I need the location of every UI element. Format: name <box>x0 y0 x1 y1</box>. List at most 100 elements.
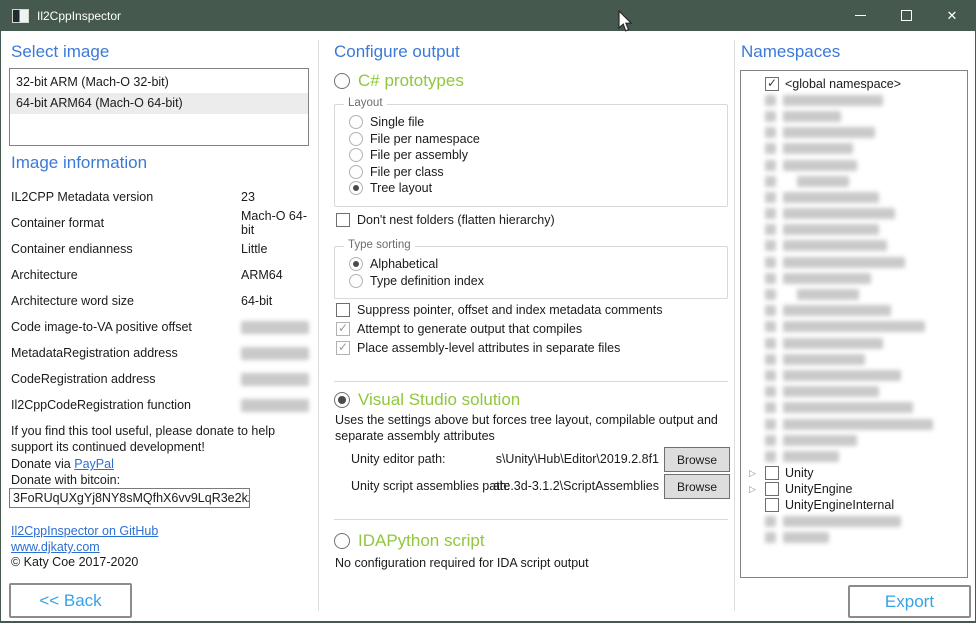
checkbox-option[interactable]: Attempt to generate output that compiles <box>336 320 663 338</box>
close-button[interactable]: ✕ <box>929 0 975 31</box>
radio-option[interactable]: Single file <box>349 114 719 131</box>
namespace-item[interactable]: <global namespace> <box>741 76 967 92</box>
namespace-item[interactable] <box>741 222 967 238</box>
csharp-prototypes-option[interactable]: C# prototypes <box>334 71 464 91</box>
browse-assemblies-button[interactable]: Browse <box>664 474 730 499</box>
namespace-item[interactable] <box>741 416 967 432</box>
redacted-checkbox <box>765 95 776 106</box>
minimize-button[interactable] <box>837 0 883 31</box>
radio-icon[interactable] <box>349 115 363 129</box>
namespace-item[interactable] <box>741 367 967 383</box>
image-info-header: Image information <box>11 153 147 173</box>
radio-icon[interactable] <box>349 257 363 271</box>
namespace-item[interactable] <box>741 448 967 464</box>
image-list[interactable]: 32-bit ARM (Mach-O 32-bit)64-bit ARM64 (… <box>9 68 309 146</box>
browse-editor-button[interactable]: Browse <box>664 447 730 472</box>
idapython-option[interactable]: IDAPython script <box>334 531 485 551</box>
nest-folders-option[interactable]: Don't nest folders (flatten hierarchy) <box>336 212 555 229</box>
image-list-item[interactable]: 32-bit ARM (Mach-O 32-bit) <box>10 72 308 93</box>
radio-option[interactable]: Tree layout <box>349 180 719 197</box>
radio-icon[interactable] <box>349 274 363 288</box>
redacted-label <box>783 224 879 235</box>
radio-icon[interactable] <box>334 73 350 89</box>
nest-folders-label: Don't nest folders (flatten hierarchy) <box>357 213 555 227</box>
github-link[interactable]: Il2CppInspector on GitHub <box>11 524 158 538</box>
namespace-item[interactable] <box>741 206 967 222</box>
namespace-item[interactable] <box>741 108 967 124</box>
radio-option[interactable]: File per namespace <box>349 131 719 148</box>
info-row: CodeRegistration address <box>11 366 311 392</box>
redacted-label <box>783 160 857 171</box>
radio-label: File per namespace <box>370 132 480 146</box>
checkbox-option[interactable]: Suppress pointer, offset and index metad… <box>336 301 663 319</box>
checkbox-icon[interactable] <box>336 303 350 317</box>
namespace-checkbox[interactable] <box>765 77 779 91</box>
namespace-item[interactable] <box>741 513 967 529</box>
namespace-item[interactable] <box>741 319 967 335</box>
radio-icon[interactable] <box>334 392 350 408</box>
redacted-label <box>783 208 895 219</box>
namespace-item[interactable] <box>741 351 967 367</box>
image-list-item[interactable]: 64-bit ARM64 (Mach-O 64-bit) <box>10 93 308 114</box>
namespace-item[interactable] <box>741 173 967 189</box>
namespace-item[interactable] <box>741 238 967 254</box>
info-value: Mach-O 64-bit <box>241 209 311 237</box>
radio-icon[interactable] <box>349 132 363 146</box>
checkbox-icon[interactable] <box>336 213 350 227</box>
radio-option[interactable]: Alphabetical <box>349 256 719 273</box>
unity-editor-path-value[interactable]: s\Unity\Hub\Editor\2019.2.8f1 <box>441 452 659 466</box>
namespace-item[interactable] <box>741 270 967 286</box>
export-button[interactable]: Export <box>848 585 971 618</box>
radio-icon[interactable] <box>349 181 363 195</box>
redacted-checkbox <box>765 419 776 430</box>
namespace-item[interactable]: ▷UnityEngine <box>741 481 967 497</box>
expander-icon[interactable]: ▷ <box>749 465 765 481</box>
expander-icon[interactable]: ▷ <box>749 481 765 497</box>
namespace-item[interactable] <box>741 254 967 270</box>
checkbox-icon[interactable] <box>336 322 350 336</box>
donate-paypal-line: Donate via PayPal <box>11 457 114 471</box>
radio-option[interactable]: Type definition index <box>349 273 719 290</box>
namespace-item[interactable] <box>741 432 967 448</box>
redacted-label <box>797 289 859 300</box>
namespace-item[interactable] <box>741 286 967 302</box>
namespace-item[interactable] <box>741 303 967 319</box>
namespace-item[interactable] <box>741 141 967 157</box>
titlebar[interactable]: Il2CppInspector ✕ <box>1 0 975 31</box>
namespace-item[interactable]: ▷ Unity <box>741 465 967 481</box>
namespace-item[interactable] <box>741 125 967 141</box>
visual-studio-option[interactable]: Visual Studio solution <box>334 390 520 410</box>
radio-icon[interactable] <box>349 148 363 162</box>
redacted-checkbox <box>765 224 776 235</box>
redacted-checkbox <box>765 273 776 284</box>
checkbox-icon[interactable] <box>336 341 350 355</box>
namespace-label: Unity <box>785 466 813 480</box>
image-info-rows: IL2CPP Metadata version23Container forma… <box>11 184 311 418</box>
namespace-item[interactable] <box>741 189 967 205</box>
namespace-list[interactable]: <global namespace> ▷ Unity▷UnityEngineUnit… <box>740 70 968 578</box>
radio-icon[interactable] <box>349 165 363 179</box>
website-link[interactable]: www.djkaty.com <box>11 540 100 554</box>
namespace-checkbox[interactable] <box>765 482 779 496</box>
visual-studio-label: Visual Studio solution <box>358 390 520 410</box>
namespace-item[interactable] <box>741 335 967 351</box>
namespace-item[interactable]: UnityEngineInternal <box>741 497 967 513</box>
namespace-item[interactable] <box>741 529 967 545</box>
namespace-item[interactable] <box>741 384 967 400</box>
redacted-checkbox <box>765 321 776 332</box>
namespace-checkbox[interactable] <box>765 466 779 480</box>
namespace-item[interactable] <box>741 400 967 416</box>
radio-option[interactable]: File per class <box>349 164 719 181</box>
radio-option[interactable]: File per assembly <box>349 147 719 164</box>
namespace-item[interactable] <box>741 157 967 173</box>
radio-icon[interactable] <box>334 533 350 549</box>
unity-assemblies-path-value[interactable]: ate.3d-3.1.2\ScriptAssemblies <box>441 479 659 493</box>
bitcoin-address-field[interactable]: 3FoRUqUXgYj8NY8sMQfhX6vv9LqR3e2kzz <box>9 488 250 508</box>
namespace-checkbox[interactable] <box>765 498 779 512</box>
paypal-link[interactable]: PayPal <box>74 457 114 471</box>
namespace-item[interactable] <box>741 92 967 108</box>
maximize-button[interactable] <box>883 0 929 31</box>
checkbox-option[interactable]: Place assembly-level attributes in separ… <box>336 339 663 357</box>
namespaces-header: Namespaces <box>741 42 840 62</box>
back-button[interactable]: << Back <box>9 583 132 618</box>
